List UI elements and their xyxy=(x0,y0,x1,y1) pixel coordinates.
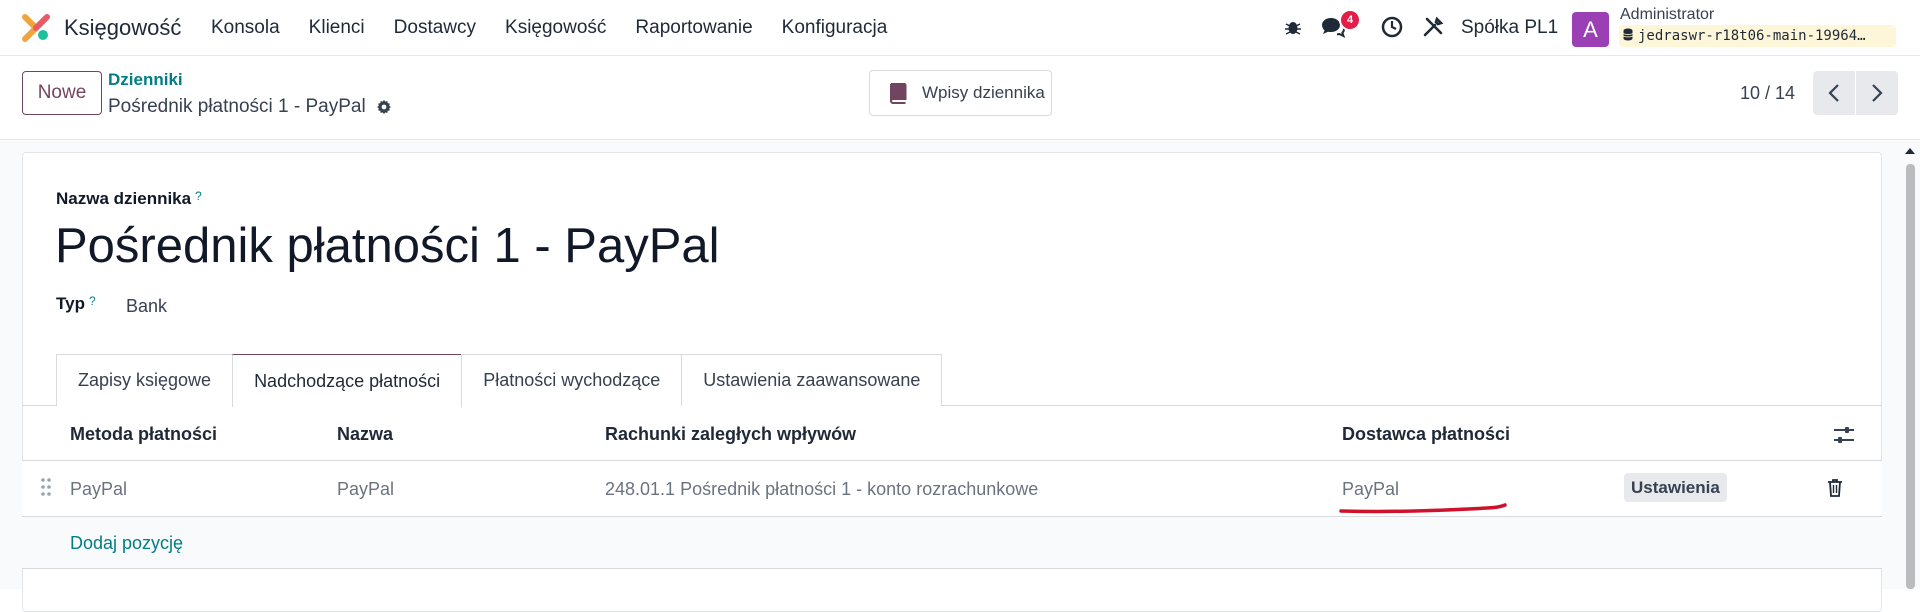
trash-icon[interactable] xyxy=(1827,478,1843,497)
column-header-name[interactable]: Nazwa xyxy=(337,424,393,445)
type-label: Typ? xyxy=(56,294,96,314)
table-header: Metoda płatności Nazwa Rachunki zaległyc… xyxy=(22,406,1882,461)
column-settings-icon[interactable] xyxy=(1833,426,1855,444)
top-navbar: Księgowość Konsola Klienci Dostawcy Księ… xyxy=(0,0,1920,56)
table-row[interactable]: PayPal PayPal 248.01.1 Pośrednik płatnoś… xyxy=(22,461,1882,517)
breadcrumb-current: Pośrednik płatności 1 - PayPal xyxy=(108,96,392,118)
add-line-link[interactable]: Dodaj pozycję xyxy=(70,533,183,554)
menu-item-raportowanie[interactable]: Raportowanie xyxy=(635,17,752,39)
menu-item-klienci[interactable]: Klienci xyxy=(309,17,365,39)
user-name[interactable]: Administrator xyxy=(1620,6,1714,24)
control-panel: Nowe Dzienniki Pośrednik płatności 1 - P… xyxy=(0,56,1920,140)
column-header-account[interactable]: Rachunki zaległych wpływów xyxy=(605,424,856,445)
cell-provider[interactable]: PayPal xyxy=(1342,479,1399,500)
type-help[interactable]: ? xyxy=(89,294,96,308)
journal-name-label-text: Nazwa dziennika xyxy=(56,189,192,208)
pager-next-button[interactable] xyxy=(1856,71,1898,115)
clock-activity-icon[interactable] xyxy=(1379,14,1405,40)
main-menu: Konsola Klienci Dostawcy Księgowość Rapo… xyxy=(211,17,916,39)
tab-outgoing-payments[interactable]: Płatności wychodzące xyxy=(461,354,683,406)
menu-item-konsola[interactable]: Konsola xyxy=(211,17,280,39)
tools-icon[interactable] xyxy=(1420,14,1446,40)
column-header-provider[interactable]: Dostawca płatności xyxy=(1342,424,1510,445)
tab-advanced-settings[interactable]: Ustawienia zaawansowane xyxy=(681,354,943,406)
red-annotation-underline xyxy=(1339,503,1507,514)
menu-item-dostawcy[interactable]: Dostawcy xyxy=(394,17,476,39)
type-value[interactable]: Bank xyxy=(126,296,167,317)
drag-handle-icon[interactable] xyxy=(40,477,52,497)
pager-previous-button[interactable] xyxy=(1813,71,1855,115)
journal-entries-button[interactable]: Wpisy dziennika xyxy=(869,70,1052,116)
tab-journal-entries[interactable]: Zapisy księgowe xyxy=(56,354,234,406)
accounting-app-icon[interactable] xyxy=(22,14,50,42)
database-chip: jedraswr-r18t06-main-19964… xyxy=(1619,25,1896,47)
journal-name-label: Nazwa dziennika? xyxy=(56,189,202,209)
app-brand-name[interactable]: Księgowość xyxy=(64,15,181,41)
column-header-method[interactable]: Metoda płatności xyxy=(70,424,217,445)
pager-value[interactable]: 10 / 14 xyxy=(1740,83,1795,104)
cell-account[interactable]: 248.01.1 Pośrednik płatności 1 - konto r… xyxy=(605,479,1038,500)
journal-entries-label: Wpisy dziennika xyxy=(922,83,1045,102)
company-switcher[interactable]: Spółka PL1 xyxy=(1461,17,1558,39)
chevron-left-icon xyxy=(1828,84,1839,102)
journal-name-help[interactable]: ? xyxy=(195,189,202,203)
breadcrumb-journals-link[interactable]: Dzienniki xyxy=(108,70,183,90)
provider-settings-button[interactable]: Ustawienia xyxy=(1624,473,1727,502)
cell-method[interactable]: PayPal xyxy=(70,479,127,500)
book-icon xyxy=(889,83,907,104)
journal-name-field[interactable]: Pośrednik płatności 1 - PayPal xyxy=(55,218,720,274)
message-count-badge: 4 xyxy=(1339,9,1361,31)
menu-item-konfiguracja[interactable]: Konfiguracja xyxy=(782,17,888,39)
menu-item-ksiegowosc[interactable]: Księgowość xyxy=(505,17,606,39)
gear-icon[interactable] xyxy=(376,99,392,115)
scrollbar-thumb[interactable] xyxy=(1906,164,1915,589)
user-avatar[interactable]: A xyxy=(1572,12,1609,47)
form-tabs: Zapisy księgowe Nadchodzące płatności Pł… xyxy=(56,354,943,407)
add-line-row: Dodaj pozycję xyxy=(22,517,1882,569)
tab-incoming-payments[interactable]: Nadchodzące płatności xyxy=(232,354,463,407)
type-label-text: Typ xyxy=(56,294,85,313)
cell-name[interactable]: PayPal xyxy=(337,479,394,500)
database-name: jedraswr-r18t06-main-19964… xyxy=(1638,28,1866,44)
chevron-right-icon xyxy=(1872,84,1883,102)
debug-bug-icon[interactable] xyxy=(1280,14,1306,40)
database-icon xyxy=(1623,28,1633,44)
breadcrumb-current-label: Pośrednik płatności 1 - PayPal xyxy=(108,96,366,117)
new-record-button[interactable]: Nowe xyxy=(22,71,102,115)
